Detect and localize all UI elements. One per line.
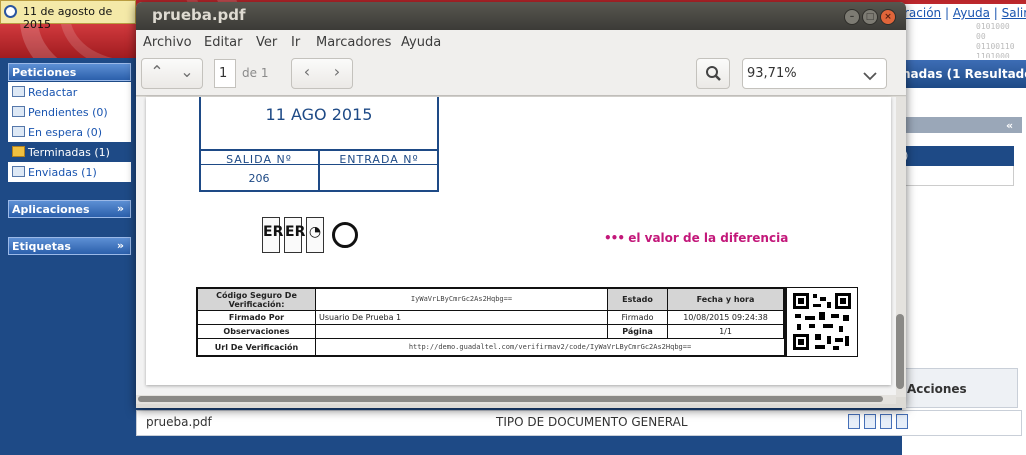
clock-envelope-icon <box>12 126 25 137</box>
back-icon[interactable]: ‹ <box>292 62 322 81</box>
verification-table: Código Seguro De Verificación: IyWaVrLBy… <box>196 287 786 357</box>
observaciones-value <box>316 325 608 338</box>
pagina-label: Página <box>608 325 668 338</box>
search-icon <box>706 66 721 81</box>
sidebar-item-en-espera[interactable]: En espera (0) <box>8 122 131 142</box>
minimize-icon[interactable]: – <box>844 9 860 25</box>
pencil-icon <box>12 86 25 97</box>
peticiones-list: Redactar Pendientes (0) En espera (0) Te… <box>8 82 131 182</box>
expand-icon: » <box>116 202 124 215</box>
acciones-header: Acciones <box>902 368 1018 408</box>
collapse-icon[interactable]: « <box>1006 119 1020 132</box>
estado-value: Firmado <box>608 311 668 324</box>
sidebar-item-terminadas[interactable]: Terminadas (1) <box>8 142 131 162</box>
salida-value: 206 <box>248 172 270 185</box>
firmado-por-value: Usuario De Prueba 1 <box>316 311 608 324</box>
settings-document-icon[interactable] <box>896 414 908 429</box>
aplicaciones-header[interactable]: Aplicaciones » <box>8 200 131 218</box>
clock-icon <box>4 5 17 18</box>
menu-archivo[interactable]: Archivo <box>143 35 192 50</box>
sidebar-item-enviadas[interactable]: Enviadas (1) <box>8 162 131 182</box>
row <box>902 166 1014 186</box>
document-area[interactable]: 11 AGO 2015 SALIDA Nº ENTRADA Nº 206 ER … <box>136 97 906 397</box>
collapse-bar <box>902 117 1022 133</box>
slogan-dots: ••• <box>604 231 625 245</box>
company-slogan: ••• el valor de la diferencia <box>604 231 789 245</box>
close-icon[interactable]: × <box>880 9 896 25</box>
results-header: nadas (1 Resultados) <box>902 60 1026 88</box>
horizontal-scroll-thumb[interactable] <box>138 396 883 402</box>
stamp-divider <box>318 149 320 192</box>
search-button[interactable] <box>696 58 730 89</box>
observaciones-label: Observaciones <box>198 325 316 338</box>
qr-code-icon <box>793 293 851 350</box>
csv-label: Código Seguro De Verificación: <box>198 289 316 310</box>
next-page-icon[interactable]: ⌄ <box>172 62 202 81</box>
sidebar-item-pendientes[interactable]: Pendientes (0) <box>8 102 131 122</box>
certification-logo: ER <box>262 217 283 253</box>
page-nav-group: ⌃ ⌄ <box>141 58 203 89</box>
etiquetas-header[interactable]: Etiquetas » <box>8 237 131 255</box>
firmado-por-label: Firmado Por <box>198 311 316 324</box>
page-number-input[interactable]: 1 <box>214 59 236 88</box>
window-title: prueba.pdf <box>152 6 246 24</box>
page-count: de 1 <box>242 66 269 80</box>
csv-value: IyWaVrLByCmrGc2As2Hqbg== <box>316 289 608 310</box>
save-document-icon[interactable] <box>880 414 892 429</box>
qr-code <box>786 287 858 357</box>
fecha-value: 10/08/2015 09:24:38 <box>668 311 784 324</box>
expand-icon: » <box>116 239 124 252</box>
peticiones-header[interactable]: Peticiones <box>8 63 131 81</box>
menu-bar: Archivo Editar Ver Ir Marcadores Ayuda <box>136 30 906 54</box>
window-titlebar[interactable]: prueba.pdf – □ × <box>136 2 906 30</box>
selected-row[interactable]: ) <box>902 146 1014 166</box>
date-display: 11 de agosto de 2015 <box>0 0 136 31</box>
pdf-page: 11 AGO 2015 SALIDA Nº ENTRADA Nº 206 ER … <box>146 97 891 385</box>
url-label: Url De Verificación <box>198 339 316 355</box>
entrada-label: ENTRADA Nº <box>339 153 419 166</box>
document-type: TIPO DE DOCUMENTO GENERAL <box>496 415 688 429</box>
sent-icon <box>12 166 25 177</box>
pagina-value: 1/1 <box>668 325 784 338</box>
certification-seal <box>332 222 358 248</box>
vertical-scroll-thumb[interactable] <box>896 314 904 389</box>
salida-label: SALIDA Nº <box>226 153 292 166</box>
table-row: Código Seguro De Verificación: IyWaVrLBy… <box>198 289 784 311</box>
menu-marcadores[interactable]: Marcadores <box>316 35 391 50</box>
forward-icon[interactable]: › <box>322 62 352 81</box>
table-row: Firmado Por Usuario De Prueba 1 Firmado … <box>198 311 784 325</box>
previous-page-icon[interactable]: ⌃ <box>142 62 172 81</box>
menu-ver[interactable]: Ver <box>256 35 277 50</box>
file-name[interactable]: prueba.pdf <box>146 415 212 429</box>
zoom-value: 93,71% <box>747 66 797 81</box>
sign-document-icon[interactable] <box>864 414 876 429</box>
help-link[interactable]: Ayuda <box>953 6 990 20</box>
history-nav-group: ‹ › <box>291 58 353 89</box>
config-link[interactable]: ración <box>904 6 941 20</box>
sidebar-item-redactar[interactable]: Redactar <box>8 82 131 102</box>
certification-logo: ER <box>284 217 305 253</box>
toolbar: ⌃ ⌄ 1 de 1 ‹ › 93,71% <box>136 54 906 96</box>
top-links: ración | Ayuda | Salir <box>902 4 1026 22</box>
estado-label: Estado <box>608 289 668 310</box>
menu-editar[interactable]: Editar <box>204 35 243 50</box>
binary-decoration: 0101000 00 01100110 1101000 <box>902 22 1026 58</box>
table-row: Observaciones Página 1/1 <box>198 325 784 339</box>
menu-ayuda[interactable]: Ayuda <box>401 35 441 50</box>
logout-link[interactable]: Salir <box>1002 6 1026 20</box>
url-value: http://demo.guadaltel.com/verifirmav2/co… <box>408 342 692 351</box>
envelope-icon <box>12 106 25 117</box>
certification-logo: ◔ <box>306 217 324 253</box>
menu-ir[interactable]: Ir <box>291 35 300 50</box>
table-row: Url De Verificación http://demo.guadalte… <box>198 339 784 355</box>
view-document-icon[interactable] <box>848 414 860 429</box>
stamp-date: 11 AGO 2015 <box>265 105 373 124</box>
chevron-down-icon <box>863 72 877 81</box>
fecha-label: Fecha y hora <box>668 289 784 310</box>
maximize-icon[interactable]: □ <box>862 9 878 25</box>
pdf-viewer-window: prueba.pdf – □ × Archivo Editar Ver Ir M… <box>136 2 906 408</box>
folder-icon <box>12 146 25 157</box>
